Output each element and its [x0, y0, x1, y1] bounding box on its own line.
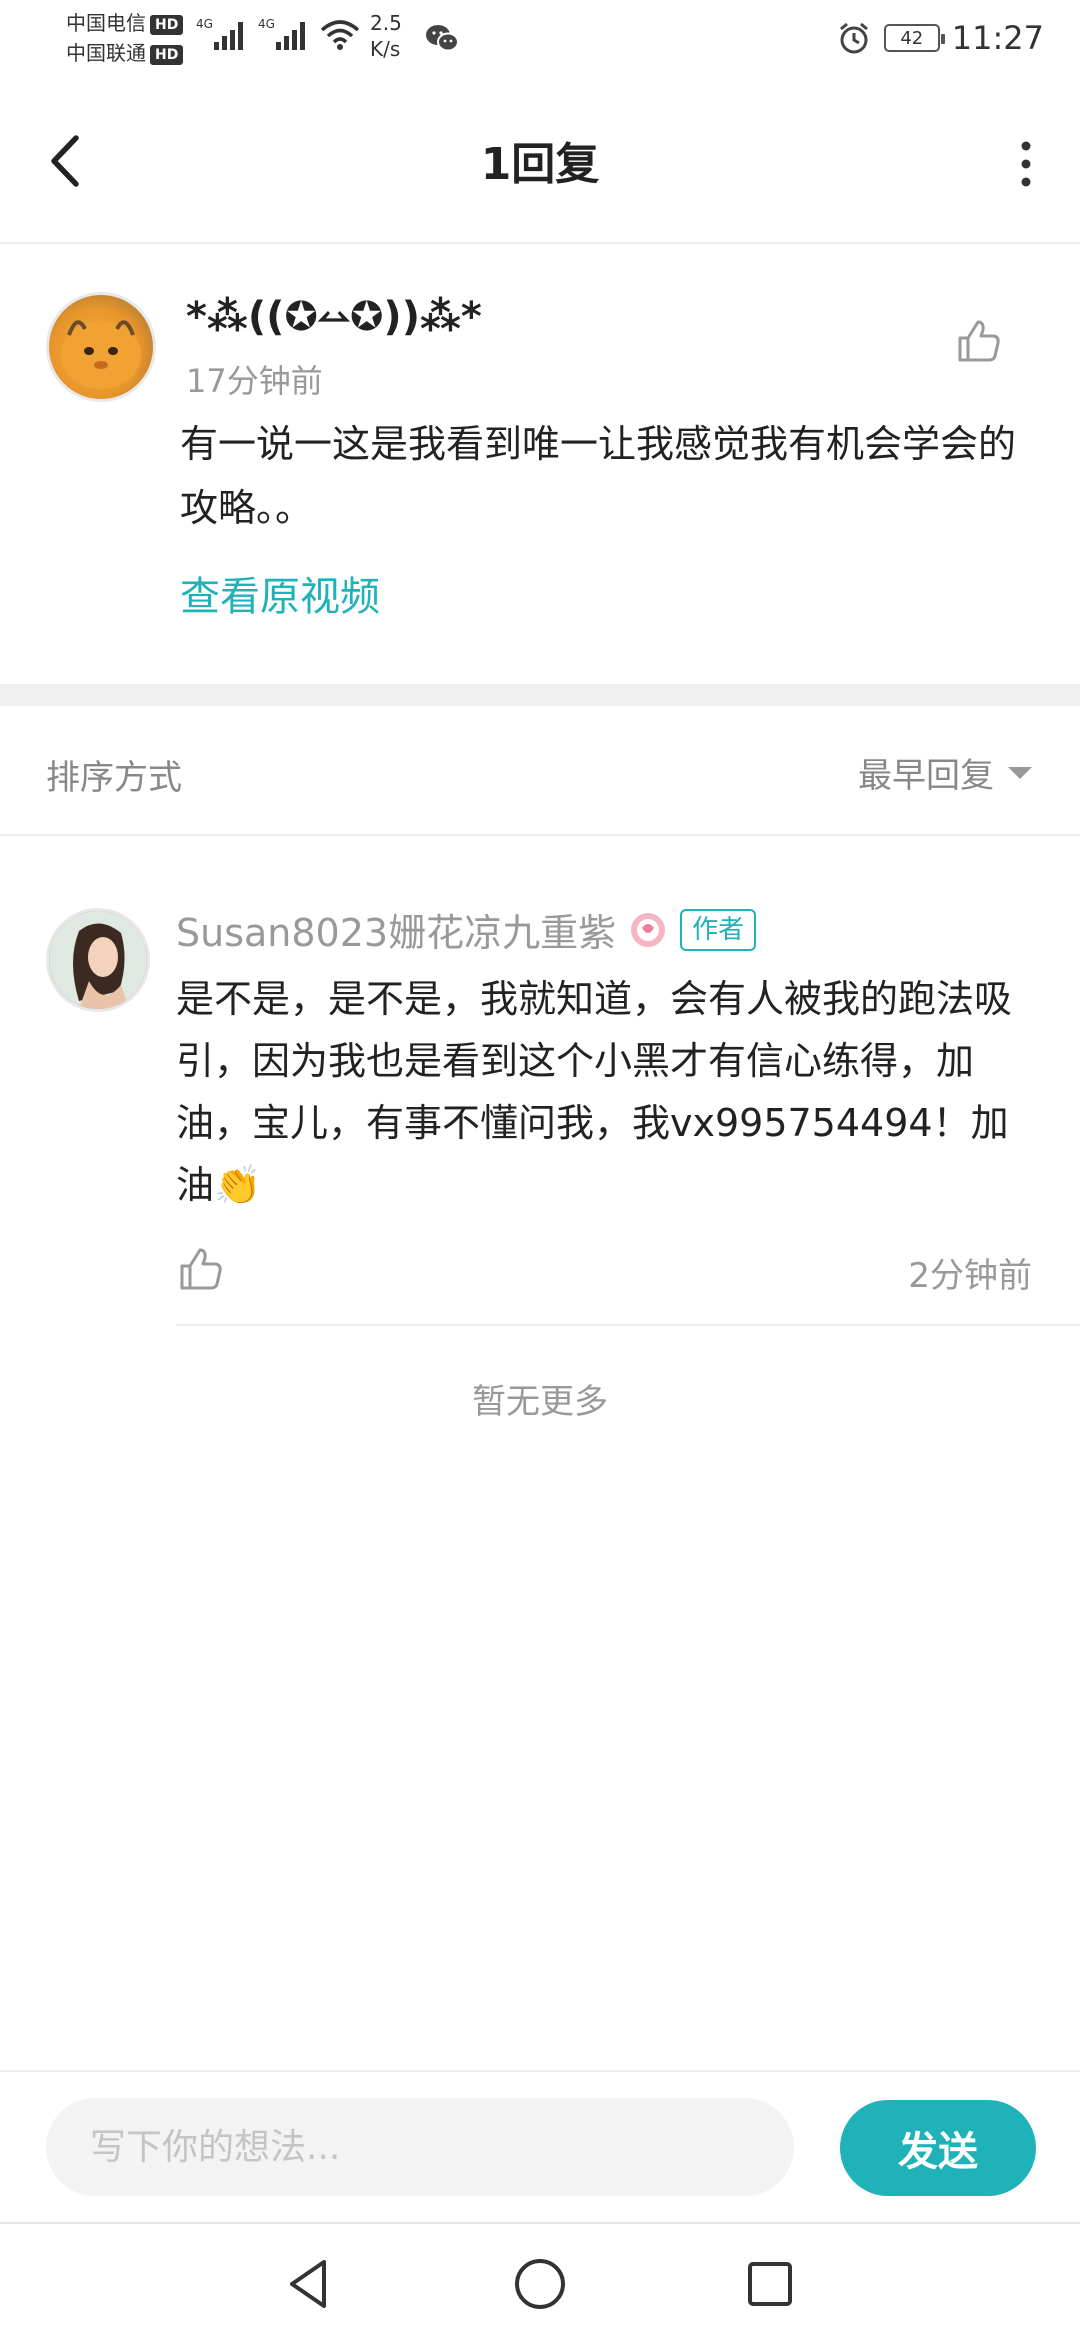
network-type-label: 4G	[196, 17, 213, 31]
nav-home-icon[interactable]	[510, 2254, 570, 2314]
sort-selected-value: 最早回复	[858, 756, 994, 796]
reply-username[interactable]: Susan8023姗花凉九重紫	[176, 902, 616, 957]
comment-input[interactable]	[46, 2098, 794, 2196]
clock: 11:27	[951, 19, 1044, 57]
sort-label: 排序方式	[46, 758, 182, 798]
nav-recents-icon[interactable]	[740, 2254, 800, 2314]
wifi-icon	[320, 20, 360, 50]
carrier-1: 中国电信	[66, 11, 146, 35]
avatar[interactable]	[46, 292, 156, 402]
alarm-icon	[839, 22, 868, 54]
battery-indicator: 42	[883, 24, 945, 52]
comment-username[interactable]: *⁂((✪⥎✪))⁂*	[186, 294, 482, 340]
comment-time: 17分钟前	[186, 362, 323, 400]
more-vertical-icon[interactable]	[1006, 134, 1046, 194]
top-bar: 1回复	[0, 80, 1080, 244]
signal-icon: 4G	[258, 17, 305, 50]
user-level-badge-icon	[631, 912, 666, 947]
wechat-icon	[426, 25, 459, 52]
author-badge: 作者	[680, 908, 757, 951]
view-original-video-link[interactable]: 查看原视频	[180, 564, 380, 622]
sort-dropdown[interactable]: 最早回复	[858, 748, 1032, 797]
thumbs-up-icon[interactable]	[954, 316, 1004, 366]
network-type-label: 4G	[258, 17, 275, 31]
carrier-info: 中国电信 HD 中国联通 HD	[66, 8, 184, 68]
avatar-image	[49, 911, 147, 1009]
speed-unit: K/s	[370, 37, 401, 61]
page-title: 1回复	[480, 139, 600, 190]
status-right: 42 11:27	[836, 16, 1044, 60]
section-divider	[0, 684, 1080, 706]
chevron-down-icon	[1008, 766, 1032, 779]
carrier-2: 中国联通	[66, 41, 146, 65]
send-button[interactable]: 发送	[840, 2100, 1036, 2196]
speed-value: 2.5	[370, 11, 402, 35]
comment-input-bar: 发送	[0, 2070, 1080, 2222]
nav-back-icon[interactable]	[278, 2254, 338, 2314]
avatar[interactable]	[46, 908, 150, 1012]
main-comment: *⁂((✪⥎✪))⁂* 17分钟前 有一说一这是我看到唯一让我感觉我有机会学会的…	[0, 244, 1080, 684]
hd-badge: HD	[150, 44, 184, 65]
reply-text: 是不是，是不是，我就知道，会有人被我的跑法吸引，因为我也是看到这个小黑才有信心练…	[176, 977, 1013, 1207]
reply-time: 2分钟前	[908, 1256, 1032, 1296]
reply-item: Susan8023姗花凉九重紫 作者 是不是，是不是，我就知道，会有人被我的跑法…	[0, 836, 1080, 1326]
battery-level: 42	[900, 27, 924, 49]
avatar-image	[61, 320, 141, 389]
no-more-text: 暂无更多	[472, 1382, 608, 1422]
network-speed: 2.5 K/s	[370, 10, 402, 62]
hd-badge: HD	[150, 14, 184, 35]
signal-icon: 4G	[196, 17, 243, 50]
comment-text: 有一说一这是我看到唯一让我感觉我有机会学会的攻略。。	[180, 422, 1017, 530]
divider	[176, 1324, 1080, 1326]
reply-header: Susan8023姗花凉九重紫 作者	[176, 902, 757, 957]
thumbs-up-icon[interactable]	[176, 1244, 226, 1294]
sort-row: 排序方式 最早回复	[0, 706, 1080, 836]
system-nav-bar	[0, 2222, 1080, 2340]
status-bar: 中国电信 HD 中国联通 HD 4G 4G 2.5 K/s 42 11:27	[0, 0, 1080, 80]
